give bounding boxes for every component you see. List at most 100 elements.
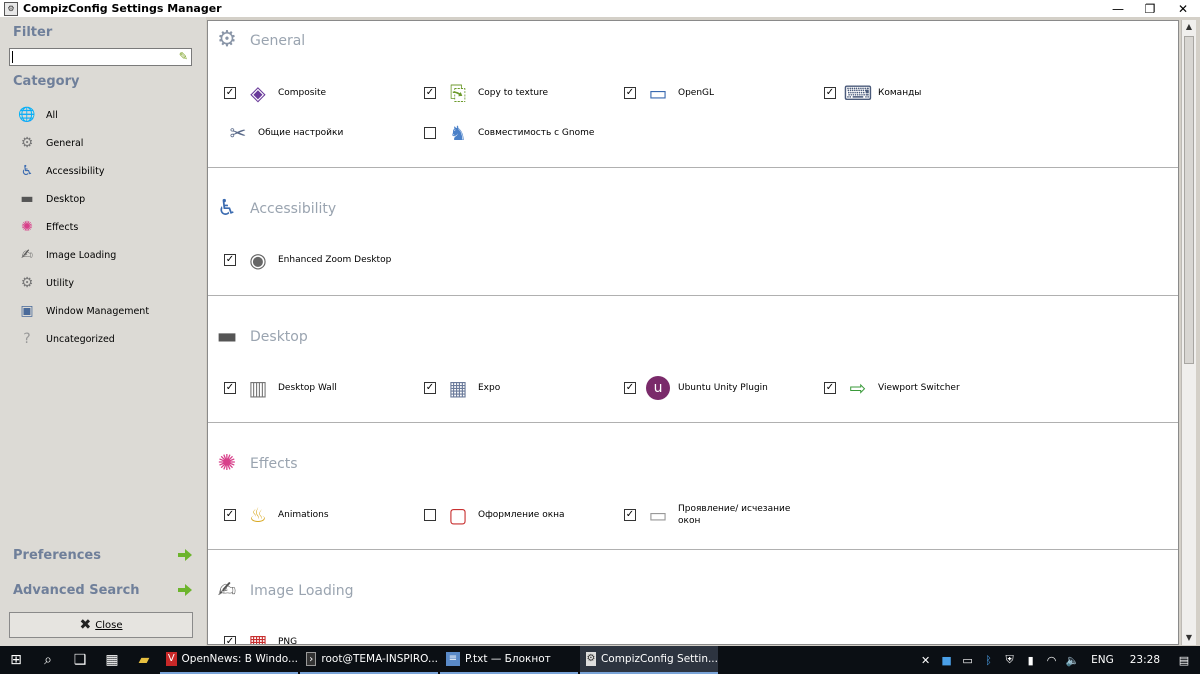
- shield-icon[interactable]: ⛨: [999, 653, 1020, 667]
- task-view-icon[interactable]: ❑: [64, 646, 96, 674]
- tray-app-icon[interactable]: ■: [936, 654, 957, 667]
- plugin-checkbox[interactable]: [424, 127, 436, 139]
- vertical-scrollbar[interactable]: ▲ ▼: [1181, 20, 1196, 645]
- minimize-button[interactable]: —: [1101, 0, 1135, 17]
- plugin-viewport-switcher[interactable]: ✓ ⇨ Viewport Switcher: [824, 372, 998, 404]
- preferences-button[interactable]: Preferences: [13, 545, 193, 565]
- plugin-checkbox[interactable]: ✓: [824, 87, 836, 99]
- volume-icon[interactable]: 🔈: [1062, 654, 1083, 667]
- plugin-window-decoration[interactable]: ▢ Оформление окна: [424, 499, 598, 531]
- plugin-desktop-wall[interactable]: ✓ ▥ Desktop Wall: [224, 372, 398, 404]
- plugin-expo[interactable]: ✓ ▦ Expo: [424, 372, 598, 404]
- desktop-icon: ▬: [216, 323, 238, 349]
- plugin-checkbox[interactable]: [424, 509, 436, 521]
- battery-icon[interactable]: ▮: [1020, 654, 1041, 667]
- fade-window-icon: ▭: [648, 503, 668, 527]
- plugin-name: PNG: [278, 637, 298, 645]
- category-effects[interactable]: ✺ Effects: [17, 216, 78, 238]
- search-icon[interactable]: ⌕: [32, 646, 64, 674]
- close-icon: ✖: [79, 617, 92, 633]
- wheelchair-icon: ♿: [217, 195, 237, 221]
- gear-icon: ⚙: [20, 135, 34, 151]
- taskbar-app-notepad[interactable]: ≡ P.txt — Блокнот: [440, 646, 578, 674]
- clock[interactable]: 23:28: [1130, 654, 1160, 666]
- notifications-icon[interactable]: ▤: [1168, 654, 1200, 667]
- close-button[interactable]: ✖ Close: [9, 612, 193, 638]
- plugin-checkbox[interactable]: ✓: [224, 509, 236, 521]
- plugin-animations[interactable]: ✓ ♨ Animations: [224, 499, 398, 531]
- folder-icon[interactable]: ▰: [128, 646, 160, 674]
- plugin-checkbox[interactable]: ✓: [624, 509, 636, 521]
- filter-input[interactable]: ✎: [9, 48, 192, 66]
- plugin-checkbox[interactable]: ✓: [224, 254, 236, 266]
- taskbar-app-label: root@TEMA-INSPIRO...: [321, 653, 438, 665]
- scrollbar-thumb[interactable]: [1184, 36, 1194, 364]
- category-general[interactable]: ⚙ General: [17, 132, 84, 154]
- fireworks-icon: ✺: [21, 219, 33, 235]
- section-general: ⚙ General ✓ ◈ Composite ✓ ⎘ Copy to text…: [208, 21, 1178, 168]
- plugin-checkbox[interactable]: ✓: [424, 382, 436, 394]
- wifi-icon[interactable]: ◠: [1041, 654, 1062, 667]
- advanced-search-button[interactable]: Advanced Search: [13, 580, 193, 600]
- windows-start-icon[interactable]: ⊞: [0, 646, 32, 674]
- plugin-png[interactable]: ✓ ▦ PNG: [224, 626, 398, 645]
- clear-filter-icon[interactable]: ✎: [179, 50, 188, 63]
- category-accessibility[interactable]: ♿ Accessibility: [17, 160, 105, 182]
- gear-icon: ⚙: [20, 275, 34, 291]
- section-title: Accessibility: [250, 201, 337, 217]
- filter-label: Filter: [13, 25, 53, 40]
- zoom-icon: ◉: [249, 248, 267, 272]
- plugin-fade-windows[interactable]: ✓ ▭ Проявление/ исчезание окон: [624, 499, 798, 531]
- calculator-icon[interactable]: ▦: [96, 646, 128, 674]
- taskbar-app-terminal[interactable]: › root@TEMA-INSPIRO...: [300, 646, 438, 674]
- category-label-text: Utility: [46, 277, 74, 289]
- window-icon: ▣: [20, 303, 34, 319]
- section-accessibility: ♿ Accessibility ✓ ◉ Enhanced Zoom Deskto…: [208, 168, 1178, 296]
- plugin-enhanced-zoom[interactable]: ✓ ◉ Enhanced Zoom Desktop: [224, 244, 398, 276]
- tray-x-icon[interactable]: ✕: [915, 654, 936, 667]
- window-title: CompizConfig Settings Manager: [23, 2, 222, 15]
- tray-window-icon[interactable]: ▭: [957, 654, 978, 667]
- plugin-copy-to-texture[interactable]: ✓ ⎘ Copy to texture: [424, 77, 598, 109]
- copy-texture-icon: ⎘: [450, 81, 466, 105]
- unity-icon: u: [644, 374, 672, 402]
- restore-button[interactable]: ❐: [1133, 0, 1167, 17]
- plugin-composite[interactable]: ✓ ◈ Composite: [224, 77, 398, 109]
- category-utility[interactable]: ⚙ Utility: [17, 272, 74, 294]
- category-desktop[interactable]: ▬ Desktop: [17, 188, 85, 210]
- plugin-gnome-compat[interactable]: ♞ Совместимость с Gnome: [424, 117, 598, 149]
- category-image-loading[interactable]: ✍ Image Loading: [17, 244, 116, 266]
- plugin-name: Проявление/ исчезание окон: [678, 504, 791, 526]
- scroll-up-icon[interactable]: ▲: [1182, 20, 1196, 34]
- taskbar-app-vivaldi[interactable]: V OpenNews: В Windo...: [160, 646, 298, 674]
- plugin-checkbox[interactable]: ✓: [424, 87, 436, 99]
- paint-icon: ✍: [21, 247, 33, 263]
- plugin-checkbox[interactable]: ✓: [624, 87, 636, 99]
- tools-icon: ✂: [229, 121, 247, 145]
- section-title: Effects: [250, 456, 298, 472]
- plugin-general-options[interactable]: ✂ Общие настройки: [224, 117, 378, 149]
- category-uncategorized[interactable]: ? Uncategorized: [17, 328, 115, 350]
- plugin-checkbox[interactable]: ✓: [224, 87, 236, 99]
- bluetooth-icon[interactable]: ᛒ: [978, 654, 999, 667]
- plugin-ubuntu-unity[interactable]: ✓ u Ubuntu Unity Plugin: [624, 372, 798, 404]
- plugin-opengl[interactable]: ✓ ▭ OpenGL: [624, 77, 798, 109]
- plugin-commands[interactable]: ✓ ⌨ Команды: [824, 77, 998, 109]
- plugin-checkbox[interactable]: ✓: [824, 382, 836, 394]
- category-all[interactable]: 🌐 All: [17, 104, 58, 126]
- plugin-checkbox[interactable]: ✓: [224, 636, 236, 644]
- globe-icon: 🌐: [18, 107, 36, 123]
- taskbar-app-compiz[interactable]: ⚙ CompizConfig Settin...: [580, 646, 718, 674]
- plugin-checkbox[interactable]: ✓: [624, 382, 636, 394]
- close-window-button[interactable]: ✕: [1166, 0, 1200, 17]
- plugin-name: Composite: [278, 88, 327, 98]
- monitor-icon: ▭: [648, 81, 668, 105]
- category-window-management[interactable]: ▣ Window Management: [17, 300, 149, 322]
- section-title: General: [250, 33, 306, 49]
- scroll-down-icon[interactable]: ▼: [1182, 631, 1196, 645]
- plugin-checkbox[interactable]: ✓: [224, 382, 236, 394]
- plugin-list: ⚙ General ✓ ◈ Composite ✓ ⎘ Copy to text…: [207, 20, 1179, 645]
- plugin-name: Ubuntu Unity Plugin: [678, 383, 768, 393]
- wheelchair-icon: ♿: [20, 163, 34, 179]
- language-indicator[interactable]: ENG: [1091, 654, 1114, 666]
